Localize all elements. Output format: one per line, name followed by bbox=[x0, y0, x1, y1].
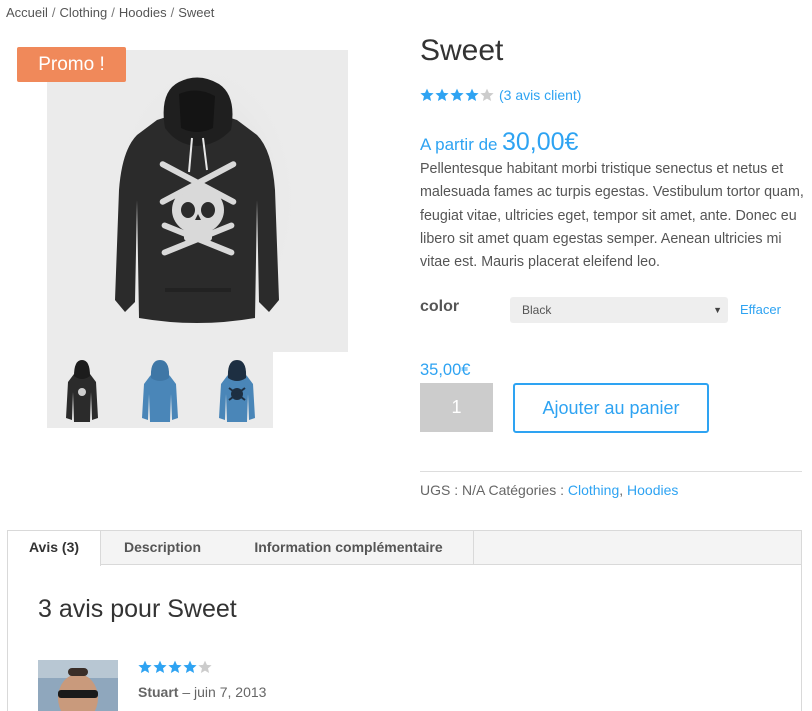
promo-badge: Promo ! bbox=[17, 47, 126, 82]
clear-selection-link[interactable]: Effacer bbox=[740, 302, 781, 317]
thumbnail-strip bbox=[47, 352, 273, 428]
review-author: Stuart bbox=[138, 684, 179, 700]
review-date: juin 7, 2013 bbox=[194, 684, 267, 700]
breadcrumb-current: Sweet bbox=[178, 5, 215, 20]
reviews-heading: 3 avis pour Sweet bbox=[38, 595, 237, 623]
breadcrumb-home[interactable]: Accueil bbox=[6, 5, 48, 20]
avatar-photo bbox=[38, 660, 118, 711]
categories-label: Catégories : bbox=[488, 482, 564, 498]
variation-price: 35,00€ bbox=[420, 361, 471, 379]
star-filled-icon bbox=[138, 660, 152, 674]
review-meta: Stuart – juin 7, 2013 bbox=[138, 684, 266, 700]
price-amount: 30,00€ bbox=[501, 128, 579, 156]
breadcrumb-separator: / bbox=[111, 5, 115, 20]
star-empty-icon bbox=[480, 88, 494, 102]
product-title: Sweet bbox=[420, 34, 504, 67]
color-attribute-label: color bbox=[420, 298, 460, 315]
breadcrumb: Accueil / Clothing / Hoodies / Sweet bbox=[6, 5, 214, 20]
breadcrumb-hoodies[interactable]: Hoodies bbox=[119, 5, 167, 20]
star-empty-icon bbox=[198, 660, 212, 674]
sku-value: N/A bbox=[462, 482, 485, 498]
hoodie-black-image bbox=[110, 60, 300, 340]
tab-reviews[interactable]: Avis (3) bbox=[8, 531, 101, 566]
star-filled-icon bbox=[435, 88, 449, 102]
hoodie-thumb-blue bbox=[142, 360, 178, 422]
thumbnail-blue-hoodie-front[interactable] bbox=[207, 352, 267, 428]
review-rating-stars bbox=[138, 660, 213, 679]
star-filled-icon bbox=[465, 88, 479, 102]
main-product-image[interactable] bbox=[47, 50, 348, 352]
product-meta: UGS : N/A Catégories : Clothing, Hoodies bbox=[420, 482, 678, 498]
review-date-separator: – bbox=[182, 684, 191, 700]
price-range: A partir de 30,00€ bbox=[420, 128, 578, 157]
thumbnail-blue-hoodie-back[interactable] bbox=[130, 352, 190, 428]
hoodie-thumb-black bbox=[66, 360, 98, 422]
price-prefix: A partir de bbox=[420, 135, 498, 154]
breadcrumb-clothing[interactable]: Clothing bbox=[60, 5, 108, 20]
breadcrumb-separator: / bbox=[51, 5, 56, 20]
hoodie-thumb-blue-print bbox=[219, 360, 255, 422]
star-filled-icon bbox=[420, 88, 434, 102]
breadcrumb-separator: / bbox=[170, 5, 175, 20]
product-rating-stars bbox=[420, 88, 495, 104]
category-link-hoodies[interactable]: Hoodies bbox=[627, 482, 678, 498]
star-filled-icon bbox=[168, 660, 182, 674]
star-filled-icon bbox=[450, 88, 464, 102]
add-to-cart-button[interactable]: Ajouter au panier bbox=[513, 383, 709, 433]
meta-divider bbox=[420, 471, 802, 472]
sku-label: UGS : bbox=[420, 482, 459, 498]
star-filled-icon bbox=[183, 660, 197, 674]
tab-description[interactable]: Description bbox=[101, 531, 224, 565]
thumbnail-black-hoodie[interactable] bbox=[52, 352, 112, 428]
dropdown-arrow-icon: ▼ bbox=[713, 305, 722, 315]
category-separator: , bbox=[619, 482, 624, 498]
product-short-description: Pellentesque habitant morbi tristique se… bbox=[420, 161, 804, 271]
quantity-input[interactable] bbox=[420, 383, 493, 432]
customer-reviews-link[interactable]: (3 avis client) bbox=[499, 87, 581, 103]
color-select-value: Black bbox=[522, 303, 552, 317]
category-link-clothing[interactable]: Clothing bbox=[568, 482, 619, 498]
color-select[interactable]: Black ▼ bbox=[510, 297, 728, 323]
reviewer-avatar bbox=[38, 660, 118, 711]
star-filled-icon bbox=[153, 660, 167, 674]
tab-additional-information[interactable]: Information complémentaire bbox=[224, 531, 474, 565]
